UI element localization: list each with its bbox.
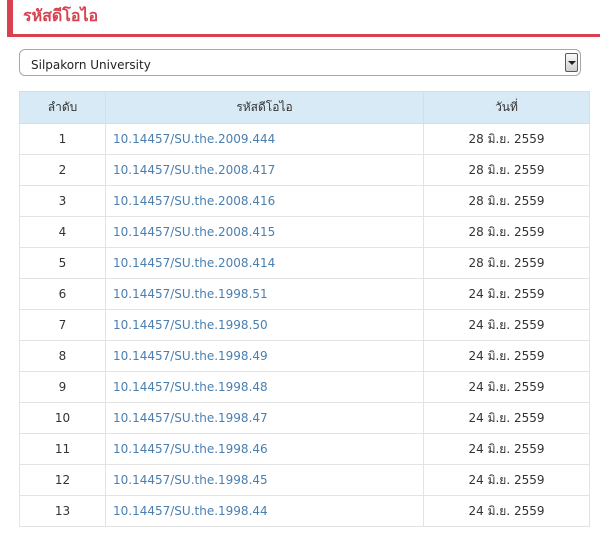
doi-link[interactable]: 10.14457/SU.the.1998.46: [105, 433, 424, 465]
doi-link[interactable]: 10.14457/SU.the.1998.45: [105, 464, 424, 496]
table-row: 11 10.14457/SU.the.1998.46 24 มิ.ย. 2559: [19, 433, 590, 465]
table-row: 4 10.14457/SU.the.2008.415 28 มิ.ย. 2559: [19, 216, 590, 248]
row-order: 11: [19, 433, 106, 465]
page-title: รหัสดีโอไอ: [23, 6, 99, 25]
row-date: 24 มิ.ย. 2559: [423, 464, 590, 496]
column-header-date: วันที่: [423, 91, 590, 124]
institution-select[interactable]: Silpakorn University: [19, 49, 581, 76]
row-order: 12: [19, 464, 106, 496]
doi-link[interactable]: 10.14457/SU.the.1998.50: [105, 309, 424, 341]
row-date: 24 มิ.ย. 2559: [423, 495, 590, 527]
row-date: 24 มิ.ย. 2559: [423, 278, 590, 310]
doi-link[interactable]: 10.14457/SU.the.2008.416: [105, 185, 424, 217]
doi-link[interactable]: 10.14457/SU.the.2009.444: [105, 123, 424, 155]
table-row: 2 10.14457/SU.the.2008.417 28 มิ.ย. 2559: [19, 154, 590, 186]
table-body: 1 10.14457/SU.the.2009.444 28 มิ.ย. 2559 2 1…: [19, 123, 590, 527]
dropdown-arrow-icon[interactable]: [565, 53, 578, 72]
table-row: 5 10.14457/SU.the.2008.414 28 มิ.ย. 2559: [19, 247, 590, 279]
row-date: 28 มิ.ย. 2559: [423, 154, 590, 186]
row-date: 28 มิ.ย. 2559: [423, 123, 590, 155]
doi-link[interactable]: 10.14457/SU.the.2008.417: [105, 154, 424, 186]
table-row: 13 10.14457/SU.the.1998.44 24 มิ.ย. 2559: [19, 495, 590, 527]
doi-link[interactable]: 10.14457/SU.the.1998.47: [105, 402, 424, 434]
row-date: 24 มิ.ย. 2559: [423, 402, 590, 434]
doi-table: ลำดับ รหัสดีโอไอ วันที่ 1 10.14457/SU.the…: [19, 91, 590, 527]
doi-link[interactable]: 10.14457/SU.the.2008.414: [105, 247, 424, 279]
row-date: 24 มิ.ย. 2559: [423, 371, 590, 403]
row-order: 13: [19, 495, 106, 527]
row-order: 6: [19, 278, 106, 310]
page-header: รหัสดีโอไอ: [7, 0, 600, 37]
row-order: 10: [19, 402, 106, 434]
doi-link[interactable]: 10.14457/SU.the.2008.415: [105, 216, 424, 248]
table-header-row: ลำดับ รหัสดีโอไอ วันที่: [19, 91, 590, 124]
row-date: 24 มิ.ย. 2559: [423, 433, 590, 465]
row-order: 9: [19, 371, 106, 403]
row-order: 8: [19, 340, 106, 372]
table-row: 9 10.14457/SU.the.1998.48 24 มิ.ย. 2559: [19, 371, 590, 403]
row-order: 7: [19, 309, 106, 341]
row-date: 24 มิ.ย. 2559: [423, 340, 590, 372]
table-row: 6 10.14457/SU.the.1998.51 24 มิ.ย. 2559: [19, 278, 590, 310]
table-row: 7 10.14457/SU.the.1998.50 24 มิ.ย. 2559: [19, 309, 590, 341]
row-date: 24 มิ.ย. 2559: [423, 309, 590, 341]
table-row: 3 10.14457/SU.the.2008.416 28 มิ.ย. 2559: [19, 185, 590, 217]
doi-link[interactable]: 10.14457/SU.the.1998.48: [105, 371, 424, 403]
table-row: 12 10.14457/SU.the.1998.45 24 มิ.ย. 2559: [19, 464, 590, 496]
institution-select-value: Silpakorn University: [31, 58, 151, 72]
column-header-doi: รหัสดีโอไอ: [105, 91, 424, 124]
row-order: 3: [19, 185, 106, 217]
row-order: 1: [19, 123, 106, 155]
row-date: 28 มิ.ย. 2559: [423, 247, 590, 279]
row-date: 28 มิ.ย. 2559: [423, 185, 590, 217]
table-row: 1 10.14457/SU.the.2009.444 28 มิ.ย. 2559: [19, 123, 590, 155]
doi-link[interactable]: 10.14457/SU.the.1998.44: [105, 495, 424, 527]
table-row: 8 10.14457/SU.the.1998.49 24 มิ.ย. 2559: [19, 340, 590, 372]
row-order: 2: [19, 154, 106, 186]
column-header-order: ลำดับ: [19, 91, 106, 124]
doi-link[interactable]: 10.14457/SU.the.1998.49: [105, 340, 424, 372]
doi-link[interactable]: 10.14457/SU.the.1998.51: [105, 278, 424, 310]
row-order: 5: [19, 247, 106, 279]
row-date: 28 มิ.ย. 2559: [423, 216, 590, 248]
table-row: 10 10.14457/SU.the.1998.47 24 มิ.ย. 2559: [19, 402, 590, 434]
row-order: 4: [19, 216, 106, 248]
